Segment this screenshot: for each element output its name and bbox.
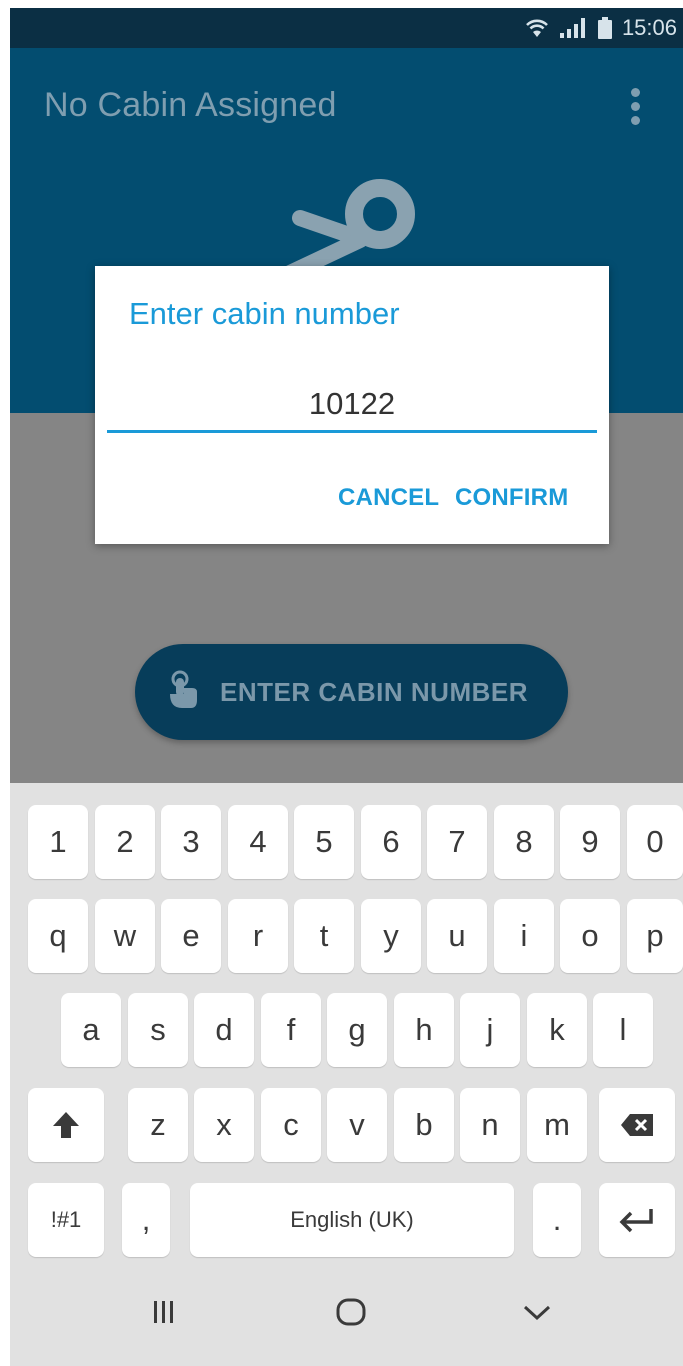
battery-icon: [597, 17, 612, 39]
key-o[interactable]: o: [560, 899, 620, 973]
key-d[interactable]: d: [194, 993, 254, 1067]
key-b[interactable]: b: [394, 1088, 454, 1162]
key-n[interactable]: n: [460, 1088, 520, 1162]
key-z[interactable]: z: [128, 1088, 188, 1162]
key-2[interactable]: 2: [95, 805, 155, 879]
key-6[interactable]: 6: [361, 805, 421, 879]
cabin-number-dialog: Enter cabin number CANCEL CONFIRM: [95, 266, 609, 544]
dialog-title: Enter cabin number: [129, 296, 400, 331]
key-i[interactable]: i: [494, 899, 554, 973]
app-title: No Cabin Assigned: [44, 86, 337, 124]
enter-key[interactable]: [599, 1183, 675, 1257]
key-9[interactable]: 9: [560, 805, 620, 879]
touch-icon: [170, 670, 197, 708]
phone-screen: 15:06 No Cabin Assigned Enter cabin numb…: [10, 8, 683, 1366]
enter-icon: [619, 1209, 653, 1233]
shift-icon: [53, 1112, 79, 1138]
enter-cabin-number-button[interactable]: ENTER CABIN NUMBER: [135, 644, 568, 740]
wifi-icon: [526, 19, 548, 37]
status-time: 15:06: [621, 15, 677, 40]
key-7[interactable]: 7: [427, 805, 487, 879]
key-r[interactable]: r: [228, 899, 288, 973]
key-w[interactable]: w: [95, 899, 155, 973]
key-1[interactable]: 1: [28, 805, 88, 879]
navigation-bar: [10, 1281, 683, 1366]
key-u[interactable]: u: [427, 899, 487, 973]
key-f[interactable]: f: [261, 993, 321, 1067]
key-e[interactable]: e: [161, 899, 221, 973]
key-a[interactable]: a: [61, 993, 121, 1067]
key-q[interactable]: q: [28, 899, 88, 973]
key-y[interactable]: y: [361, 899, 421, 973]
recents-icon[interactable]: [152, 1297, 176, 1327]
cancel-button[interactable]: CANCEL: [338, 484, 439, 512]
key-t[interactable]: t: [294, 899, 354, 973]
back-icon[interactable]: [522, 1297, 552, 1327]
key-j[interactable]: j: [460, 993, 520, 1067]
enter-cabin-number-label: ENTER CABIN NUMBER: [220, 677, 528, 707]
period-key[interactable]: .: [533, 1183, 581, 1257]
key-4[interactable]: 4: [228, 805, 288, 879]
space-key[interactable]: English (UK): [190, 1183, 514, 1257]
overflow-menu-icon[interactable]: [626, 88, 646, 132]
keyboard: 1 2 3 4 5 6 7 8 9 0 q w e r t y u i o p …: [10, 783, 683, 1366]
key-p[interactable]: p: [627, 899, 683, 973]
key-h[interactable]: h: [394, 993, 454, 1067]
key-k[interactable]: k: [527, 993, 587, 1067]
key-g[interactable]: g: [327, 993, 387, 1067]
key-m[interactable]: m: [527, 1088, 587, 1162]
key-c[interactable]: c: [261, 1088, 321, 1162]
key-l[interactable]: l: [593, 993, 653, 1067]
key-s[interactable]: s: [128, 993, 188, 1067]
backspace-key[interactable]: [599, 1088, 675, 1162]
key-0[interactable]: 0: [627, 805, 683, 879]
key-3[interactable]: 3: [161, 805, 221, 879]
key-v[interactable]: v: [327, 1088, 387, 1162]
shift-key[interactable]: [28, 1088, 104, 1162]
key-x[interactable]: x: [194, 1088, 254, 1162]
key-5[interactable]: 5: [294, 805, 354, 879]
cabin-number-input[interactable]: [107, 378, 597, 433]
backspace-icon: [621, 1114, 653, 1136]
confirm-button[interactable]: CONFIRM: [455, 484, 568, 512]
home-icon[interactable]: [335, 1297, 367, 1327]
signal-icon: [559, 18, 585, 38]
status-bar: 15:06: [10, 8, 683, 48]
key-8[interactable]: 8: [494, 805, 554, 879]
symbols-key[interactable]: !#1: [28, 1183, 104, 1257]
comma-key[interactable]: ,: [122, 1183, 170, 1257]
